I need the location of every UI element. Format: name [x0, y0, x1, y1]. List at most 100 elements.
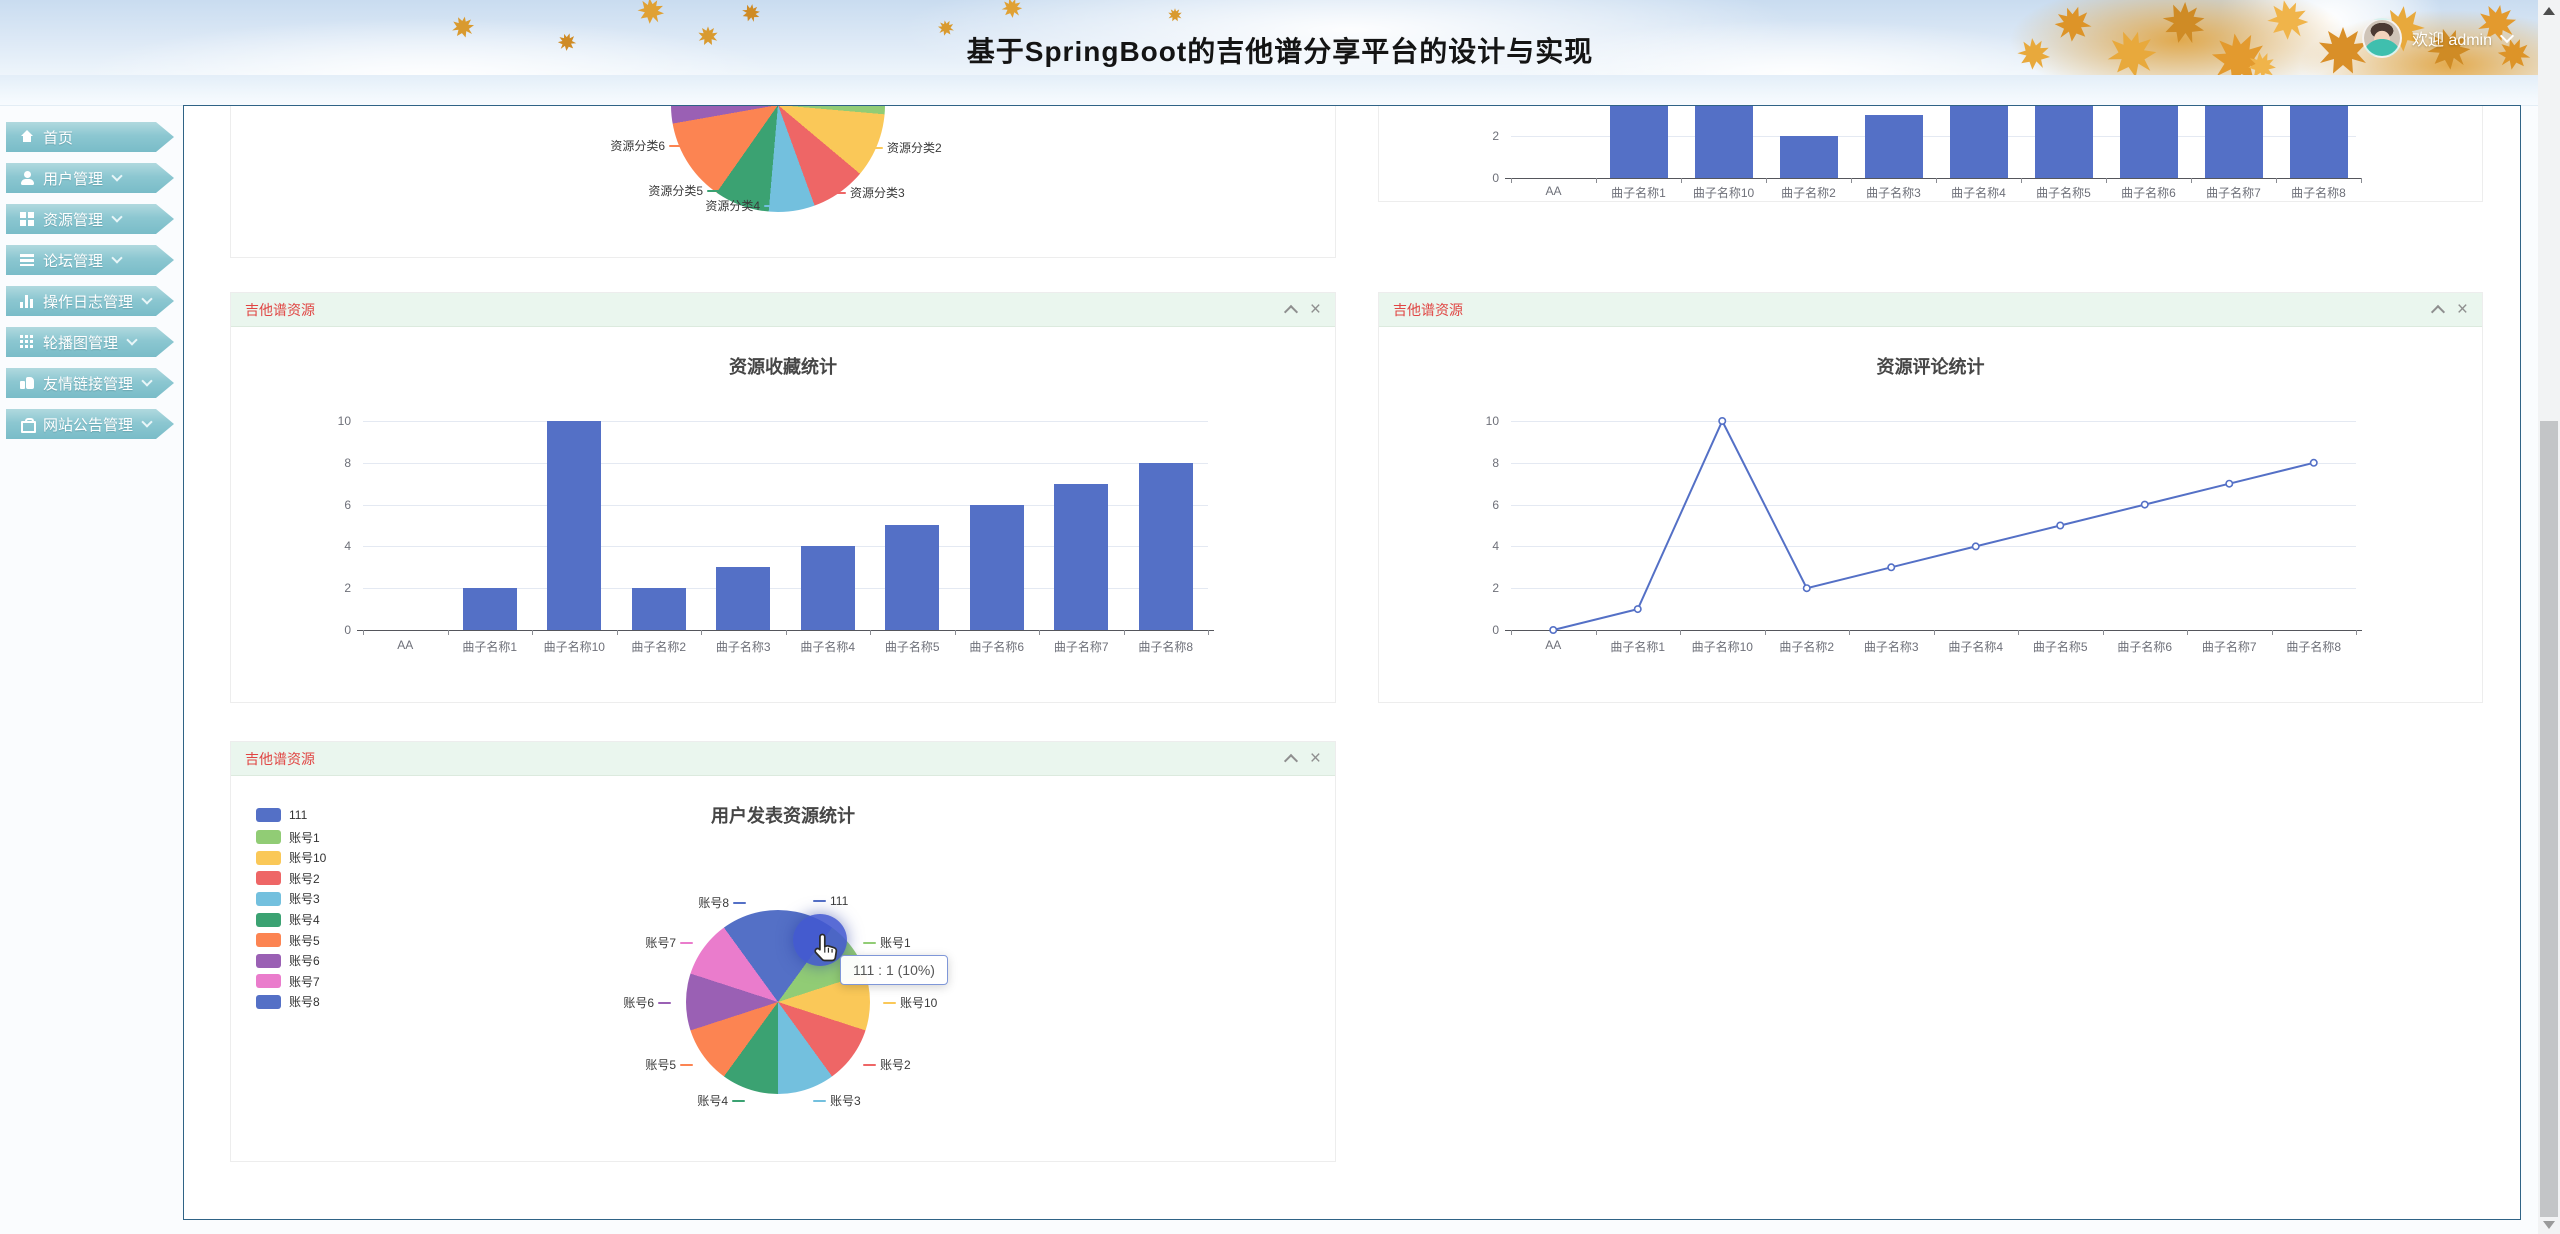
x-axis-tick: [1596, 178, 1597, 183]
y-axis-tick-label: 2: [1449, 129, 1499, 143]
bar-曲子名称1[interactable]: [1610, 106, 1668, 178]
scroll-down-icon[interactable]: [2543, 1221, 2555, 1229]
pie-label: 账号1: [863, 934, 911, 951]
legend-item-111[interactable]: 111: [256, 808, 307, 822]
x-axis-category-label: 曲子名称3: [701, 638, 786, 655]
sidebar-item-4[interactable]: 论坛管理: [6, 245, 174, 275]
legend-item-账号7[interactable]: 账号7: [256, 973, 320, 990]
x-axis-category-label: 曲子名称2: [617, 638, 702, 655]
bar-曲子名称7[interactable]: [2205, 106, 2263, 178]
legend-item-账号2[interactable]: 账号2: [256, 870, 320, 887]
x-axis-tick: [1208, 630, 1209, 635]
bar-曲子名称8[interactable]: [2290, 106, 2348, 178]
chevron-down-icon: [111, 252, 122, 263]
bar-曲子名称8[interactable]: [1139, 463, 1193, 630]
legend-chip: [256, 974, 281, 988]
bar-曲子名称10[interactable]: [1695, 106, 1753, 178]
x-axis-category-label: 曲子名称7: [2191, 184, 2276, 201]
legend-item-账号5[interactable]: 账号5: [256, 932, 320, 949]
chevron-down-icon: [111, 211, 122, 222]
x-axis-tick: [1681, 178, 1682, 183]
sidebar-item-1[interactable]: 首页: [6, 122, 174, 152]
sidebar-item-5[interactable]: 操作日志管理: [6, 286, 174, 316]
comment-line-series[interactable]: [1511, 403, 2356, 643]
page-title: 基于SpringBoot的吉他谱分享平台的设计与实现: [0, 30, 2560, 70]
legend-item-账号8[interactable]: 账号8: [256, 993, 320, 1010]
panel-header: 吉他谱资源 ×: [231, 742, 1335, 776]
legend-label: 账号8: [289, 993, 320, 1010]
legend-label: 账号5: [289, 932, 320, 949]
vertical-scrollbar[interactable]: [2538, 0, 2560, 1234]
collapse-icon[interactable]: [2431, 304, 2445, 318]
x-axis-tick: [1936, 178, 1937, 183]
avatar[interactable]: [2362, 18, 2402, 58]
close-icon[interactable]: ×: [2457, 300, 2468, 319]
legend-chip: [256, 851, 281, 865]
sidebar-item-label: 友情链接管理: [43, 373, 133, 394]
legend-item-账号4[interactable]: 账号4: [256, 911, 320, 928]
chevron-down-icon: [141, 375, 152, 386]
bar-曲子名称7[interactable]: [1054, 484, 1108, 630]
sidebar-item-8[interactable]: 网站公告管理: [6, 409, 174, 439]
scrollbar-thumb[interactable]: [2540, 421, 2558, 1217]
pie-label: 账号7: [645, 934, 693, 951]
chart-tooltip: 111 : 1 (10%): [840, 955, 948, 985]
close-icon[interactable]: ×: [1310, 300, 1321, 319]
x-axis-category-label: 曲子名称8: [1124, 638, 1209, 655]
bar-曲子名称6[interactable]: [2120, 106, 2178, 178]
sidebar-item-2[interactable]: 用户管理: [6, 163, 174, 193]
bar-曲子名称1[interactable]: [463, 588, 517, 630]
x-axis-category-label: AA: [363, 638, 448, 652]
home-icon: [20, 130, 35, 144]
close-icon[interactable]: ×: [1310, 749, 1321, 768]
panel-header-label: 吉他谱资源: [1393, 300, 1463, 320]
scroll-up-icon[interactable]: [2543, 7, 2555, 15]
x-axis-tick: [1766, 178, 1767, 183]
bar-曲子名称6[interactable]: [970, 505, 1024, 630]
bar-曲子名称2[interactable]: [1780, 136, 1838, 178]
y-axis-tick-label: 4: [301, 539, 351, 553]
bar-chart-icon: [20, 294, 35, 308]
panel-top-right-bar: 02AA曲子名称1曲子名称10曲子名称2曲子名称3曲子名称4曲子名称5曲子名称6…: [1378, 106, 2483, 202]
legend-item-账号10[interactable]: 账号10: [256, 849, 326, 866]
pie-label: 资源分类3: [833, 184, 905, 201]
y-axis-tick-label: 0: [301, 623, 351, 637]
bar-曲子名称10[interactable]: [547, 421, 601, 630]
pie-label: 账号3: [813, 1092, 861, 1109]
bar-曲子名称4[interactable]: [801, 546, 855, 630]
legend-chip: [256, 913, 281, 927]
bar-曲子名称3[interactable]: [1865, 115, 1923, 178]
sidebar-item-3[interactable]: 资源管理: [6, 204, 174, 234]
collapse-icon[interactable]: [1284, 304, 1298, 318]
panel-header-label: 吉他谱资源: [245, 749, 315, 769]
pie-label: 资源分类6: [610, 137, 682, 154]
x-axis-tick: [786, 630, 787, 635]
legend-label: 111: [289, 808, 307, 822]
bar-曲子名称2[interactable]: [632, 588, 686, 630]
x-axis-category-label: 曲子名称6: [955, 638, 1040, 655]
notice-icon: [20, 417, 35, 431]
legend-label: 账号10: [289, 849, 326, 866]
bar-曲子名称5[interactable]: [2035, 106, 2093, 178]
sidebar-item-7[interactable]: 友情链接管理: [6, 368, 174, 398]
y-axis-tick-label: 10: [301, 414, 351, 428]
chart-title: 资源收藏统计: [231, 353, 1335, 379]
chevron-down-icon: [111, 170, 122, 181]
x-axis-tick: [363, 630, 364, 635]
chart-title: 用户发表资源统计: [231, 802, 1335, 828]
pie-label: 账号8: [698, 894, 746, 911]
legend-item-账号3[interactable]: 账号3: [256, 890, 320, 907]
sidebar-item-6[interactable]: 轮播图管理: [6, 327, 174, 357]
bar-曲子名称5[interactable]: [885, 525, 939, 630]
legend-label: 账号1: [289, 829, 320, 846]
y-axis-tick-label: 8: [301, 456, 351, 470]
legend-item-账号6[interactable]: 账号6: [256, 952, 320, 969]
legend-chip: [256, 808, 281, 822]
chart-title: 资源评论统计: [1379, 353, 2482, 379]
collapse-icon[interactable]: [1284, 753, 1298, 767]
bar-曲子名称3[interactable]: [716, 567, 770, 630]
legend-item-账号1[interactable]: 账号1: [256, 829, 320, 846]
bar-曲子名称4[interactable]: [1950, 106, 2008, 178]
user-menu[interactable]: 欢迎 admin: [2362, 18, 2512, 58]
y-axis-tick-label: 0: [1449, 171, 1499, 185]
